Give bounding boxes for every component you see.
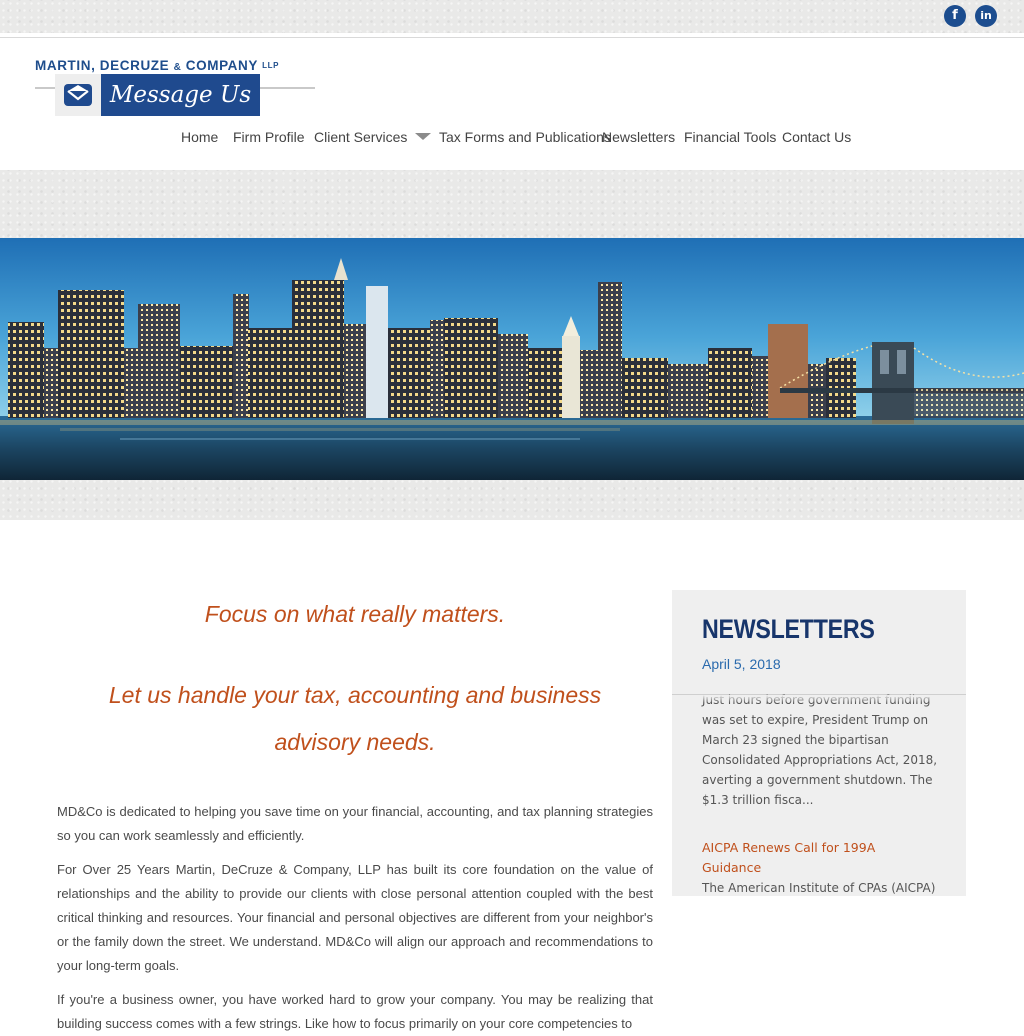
- envelope-icon: [55, 74, 101, 116]
- business-owner-paragraph: If you're a business owner, you have wor…: [57, 992, 653, 1031]
- newsletter-excerpt: The American Institute of CPAs (AICPA) h…: [702, 881, 936, 895]
- nav-newsletters[interactable]: Newsletters: [602, 129, 675, 145]
- nav-contact-us[interactable]: Contact Us: [782, 129, 851, 145]
- message-us-label: Message Us: [101, 74, 260, 116]
- history-paragraph: For Over 25 Years Martin, DeCruze & Comp…: [57, 862, 653, 973]
- nav-home[interactable]: Home: [181, 129, 218, 145]
- top-strip: [0, 0, 1024, 33]
- feed-fade: [672, 695, 966, 703]
- newsletters-widget: NEWSLETTERS April 5, 2018 Just hours bef…: [672, 590, 966, 896]
- nav-financial-tools[interactable]: Financial Tools: [684, 129, 776, 145]
- linkedin-icon[interactable]: in: [975, 5, 997, 27]
- nav-client-services[interactable]: Client Services: [314, 129, 432, 145]
- nav-client-services-label: Client Services: [314, 129, 408, 145]
- newsletter-date: April 5, 2018: [702, 656, 781, 672]
- tagline-secondary-line1: Let us handle your tax, accounting and b…: [108, 682, 602, 708]
- tagline-secondary-line2: advisory needs.: [274, 729, 436, 755]
- newsletter-excerpt: Just hours before government funding was…: [702, 693, 938, 807]
- newsletter-feed[interactable]: Just hours before government funding was…: [702, 690, 938, 896]
- newsletters-heading: NEWSLETTERS: [702, 614, 875, 644]
- top-divider: [0, 37, 1024, 38]
- nav-tax-forms[interactable]: Tax Forms and Publications: [439, 129, 611, 145]
- facebook-icon[interactable]: f: [944, 5, 966, 27]
- logo-wordmark: MARTIN, DECRUZE & COMPANY LLP: [35, 58, 280, 73]
- tagline-primary: Focus on what really matters.: [204, 601, 506, 627]
- hero-skyline-image: [0, 238, 1024, 480]
- intro-paragraph: MD&Co is dedicated to helping you save t…: [57, 804, 653, 843]
- message-us-button[interactable]: Message Us: [55, 74, 260, 116]
- newsletter-link-199a[interactable]: AICPA Renews Call for 199A Guidance: [702, 840, 875, 875]
- nav-firm-profile[interactable]: Firm Profile: [233, 129, 305, 145]
- chevron-down-icon: [415, 133, 432, 140]
